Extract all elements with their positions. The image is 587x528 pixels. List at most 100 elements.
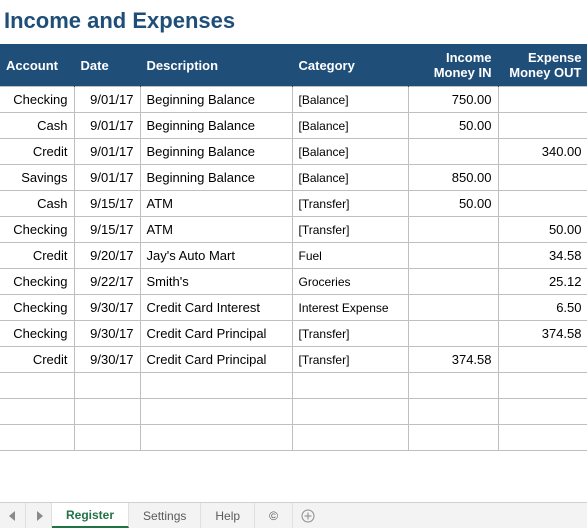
sheet-tab-©[interactable]: © [255, 503, 293, 528]
cell-description[interactable]: Credit Card Principal [140, 321, 292, 347]
cell-category[interactable]: [Transfer] [292, 217, 408, 243]
cell-income[interactable] [408, 217, 498, 243]
cell-account[interactable]: Checking [0, 295, 74, 321]
cell-income[interactable]: 374.58 [408, 347, 498, 373]
cell-income[interactable]: 50.00 [408, 113, 498, 139]
cell-expense[interactable] [498, 165, 587, 191]
cell-description[interactable] [140, 373, 292, 399]
cell-date[interactable] [74, 425, 140, 451]
cell-account[interactable]: Checking [0, 217, 74, 243]
tab-nav-prev[interactable] [0, 503, 26, 528]
cell-date[interactable]: 9/30/17 [74, 321, 140, 347]
cell-category[interactable]: [Transfer] [292, 347, 408, 373]
col-description[interactable]: Description [140, 44, 292, 87]
cell-category[interactable] [292, 425, 408, 451]
cell-expense[interactable]: 340.00 [498, 139, 587, 165]
cell-category[interactable]: [Transfer] [292, 191, 408, 217]
cell-income[interactable]: 50.00 [408, 191, 498, 217]
cell-description[interactable]: Credit Card Interest [140, 295, 292, 321]
cell-expense[interactable] [498, 399, 587, 425]
cell-description[interactable] [140, 425, 292, 451]
cell-account[interactable]: Checking [0, 87, 74, 113]
cell-description[interactable]: Beginning Balance [140, 165, 292, 191]
cell-expense[interactable]: 50.00 [498, 217, 587, 243]
cell-date[interactable]: 9/30/17 [74, 347, 140, 373]
sheet-tab-help[interactable]: Help [201, 503, 255, 528]
cell-category[interactable]: Fuel [292, 243, 408, 269]
cell-account[interactable] [0, 425, 74, 451]
cell-description[interactable]: Beginning Balance [140, 113, 292, 139]
cell-date[interactable]: 9/30/17 [74, 295, 140, 321]
cell-expense[interactable] [498, 425, 587, 451]
cell-description[interactable]: Beginning Balance [140, 87, 292, 113]
cell-description[interactable] [140, 399, 292, 425]
cell-category[interactable]: [Balance] [292, 165, 408, 191]
cell-account[interactable]: Credit [0, 347, 74, 373]
cell-date[interactable]: 9/01/17 [74, 139, 140, 165]
table-row: Cash9/15/17ATM[Transfer]50.00 [0, 191, 587, 217]
cell-category[interactable] [292, 373, 408, 399]
cell-category[interactable] [292, 399, 408, 425]
cell-account[interactable] [0, 399, 74, 425]
cell-account[interactable]: Cash [0, 191, 74, 217]
cell-income[interactable] [408, 373, 498, 399]
cell-income[interactable] [408, 243, 498, 269]
cell-expense[interactable] [498, 87, 587, 113]
cell-expense[interactable] [498, 113, 587, 139]
cell-expense[interactable] [498, 373, 587, 399]
cell-expense[interactable]: 6.50 [498, 295, 587, 321]
col-account[interactable]: Account [0, 44, 74, 87]
cell-date[interactable]: 9/01/17 [74, 87, 140, 113]
cell-category[interactable]: Groceries [292, 269, 408, 295]
cell-category[interactable]: [Transfer] [292, 321, 408, 347]
cell-date[interactable] [74, 399, 140, 425]
cell-expense[interactable]: 34.58 [498, 243, 587, 269]
col-category[interactable]: Category [292, 44, 408, 87]
cell-income[interactable] [408, 269, 498, 295]
col-date[interactable]: Date [74, 44, 140, 87]
cell-description[interactable]: ATM [140, 191, 292, 217]
cell-income[interactable] [408, 425, 498, 451]
add-sheet-button[interactable] [293, 503, 323, 528]
tab-nav-next[interactable] [26, 503, 52, 528]
cell-category[interactable]: [Balance] [292, 87, 408, 113]
cell-account[interactable]: Credit [0, 139, 74, 165]
cell-expense[interactable] [498, 347, 587, 373]
cell-income[interactable]: 750.00 [408, 87, 498, 113]
cell-description[interactable]: Credit Card Principal [140, 347, 292, 373]
cell-income[interactable] [408, 321, 498, 347]
cell-date[interactable]: 9/22/17 [74, 269, 140, 295]
cell-date[interactable]: 9/15/17 [74, 217, 140, 243]
cell-expense[interactable]: 25.12 [498, 269, 587, 295]
cell-date[interactable]: 9/01/17 [74, 165, 140, 191]
cell-account[interactable]: Checking [0, 269, 74, 295]
cell-date[interactable]: 9/15/17 [74, 191, 140, 217]
cell-account[interactable]: Credit [0, 243, 74, 269]
cell-account[interactable]: Cash [0, 113, 74, 139]
col-expense[interactable]: Expense Money OUT [498, 44, 587, 87]
table-row [0, 373, 587, 399]
cell-account[interactable]: Savings [0, 165, 74, 191]
table-row: Checking9/30/17Credit Card Principal[Tra… [0, 321, 587, 347]
cell-description[interactable]: Beginning Balance [140, 139, 292, 165]
cell-expense[interactable] [498, 191, 587, 217]
cell-account[interactable] [0, 373, 74, 399]
cell-category[interactable]: [Balance] [292, 113, 408, 139]
cell-account[interactable]: Checking [0, 321, 74, 347]
cell-description[interactable]: ATM [140, 217, 292, 243]
cell-income[interactable] [408, 399, 498, 425]
cell-description[interactable]: Smith's [140, 269, 292, 295]
cell-date[interactable]: 9/20/17 [74, 243, 140, 269]
col-income[interactable]: Income Money IN [408, 44, 498, 87]
cell-date[interactable]: 9/01/17 [74, 113, 140, 139]
cell-income[interactable] [408, 139, 498, 165]
cell-date[interactable] [74, 373, 140, 399]
cell-income[interactable] [408, 295, 498, 321]
cell-category[interactable]: [Balance] [292, 139, 408, 165]
cell-category[interactable]: Interest Expense [292, 295, 408, 321]
sheet-tab-register[interactable]: Register [52, 503, 129, 528]
cell-expense[interactable]: 374.58 [498, 321, 587, 347]
sheet-tab-settings[interactable]: Settings [129, 503, 201, 528]
cell-description[interactable]: Jay's Auto Mart [140, 243, 292, 269]
cell-income[interactable]: 850.00 [408, 165, 498, 191]
